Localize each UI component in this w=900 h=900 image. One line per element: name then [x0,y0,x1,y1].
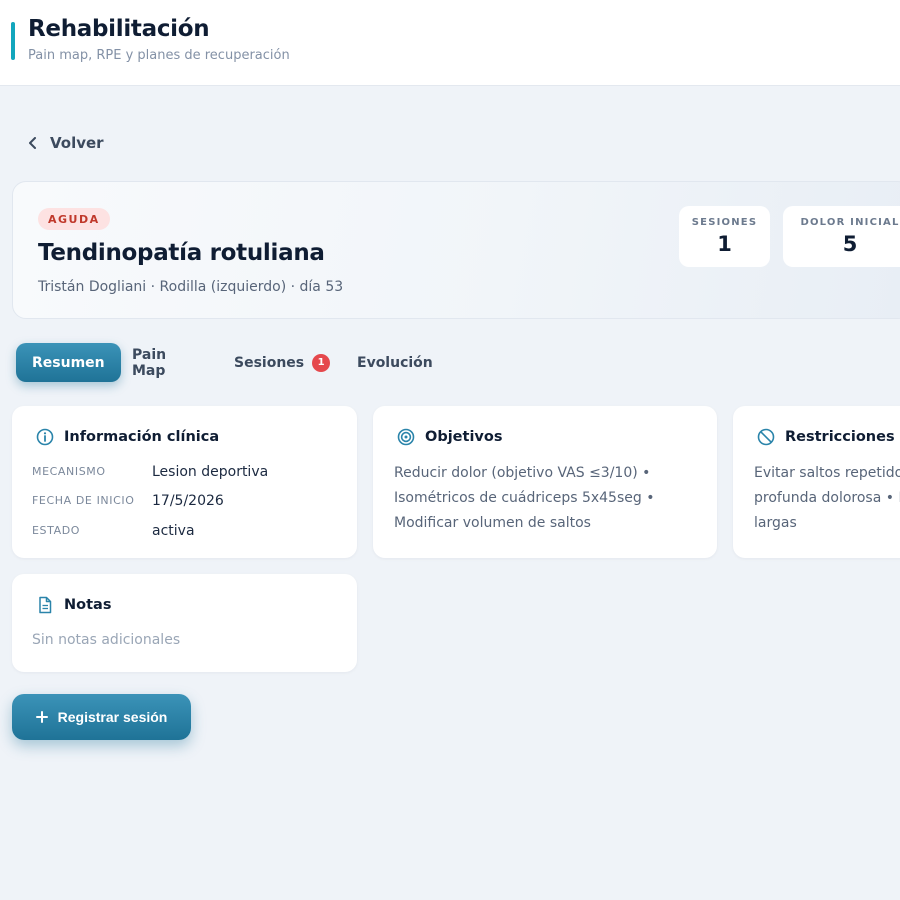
tab-sesiones-label: Sesiones [234,354,305,371]
injury-title: Tendinopatía rotuliana [38,240,325,266]
header-accent-bar [11,22,15,60]
stat-sessions-label: SESIONES [691,217,758,228]
clinical-info-title-text: Información clínica [64,429,220,445]
stat-sessions-value: 1 [717,232,732,256]
info-value-mechanism: Lesion deportiva [152,464,269,480]
objectives-line: Isométricos de cuádriceps 5x45seg • [394,490,655,506]
tab-evolucion-label: Evolución [357,354,433,371]
back-label: Volver [50,134,104,152]
notes-title: Notas [36,596,111,614]
notes-empty-text: Sin notas adicionales [32,632,181,648]
chevron-left-icon [29,137,36,149]
restrictions-line: largas [754,515,797,531]
app-subtitle: Pain map, RPE y planes de recuperación [28,48,290,63]
info-icon [36,428,54,446]
objectives-card: Objetivos Reducir dolor (objetivo VAS ≤3… [373,406,717,558]
tab-resumen-label: Resumen [32,354,105,371]
back-link[interactable]: Volver [28,134,104,152]
restrictions-text: Evitar saltos repetidos profunda doloros… [754,461,900,536]
stat-initial-pain-value: 5 [842,232,858,256]
info-value-start-date: 17/5/2026 [152,493,224,509]
stat-initial-pain: DOLOR INICIAL 5 [783,206,900,267]
tab-pain-map-label: Pain Map [132,346,167,379]
notes-title-text: Notas [64,597,112,613]
objectives-line: Modificar volumen de saltos [394,515,591,531]
restrictions-line: Evitar saltos repetidos [754,465,900,481]
injury-header-card: AGUDA Tendinopatía rotuliana Tristán Dog… [12,181,900,319]
ban-icon [757,428,775,446]
objectives-title-text: Objetivos [425,429,503,445]
tab-pain-map[interactable]: Pain Map [132,343,166,382]
sessions-count-badge: 1 [312,353,331,372]
app-title: Rehabilitación [28,16,210,42]
restrictions-title-text: Restricciones [785,429,895,445]
tab-sesiones[interactable]: Sesiones 1 [234,343,331,382]
severity-badge: AGUDA [38,208,110,230]
clinical-info-card: Información clínica MECANISMO Lesion dep… [12,406,357,558]
injury-meta: Tristán Dogliani · Rodilla (izquierdo) ·… [38,279,344,295]
register-session-label: Registrar sesión [57,709,168,725]
app-header: Rehabilitación Pain map, RPE y planes de… [0,0,900,86]
info-label-status: ESTADO [32,524,81,537]
document-icon [39,596,52,614]
objectives-title: Objetivos [397,428,502,446]
notes-card: Notas Sin notas adicionales [12,574,357,672]
restrictions-title: Restricciones [757,428,895,446]
target-icon [397,428,415,446]
info-label-mechanism: MECANISMO [32,465,106,478]
info-value-status: activa [152,523,195,539]
plus-icon [35,711,48,723]
stat-sessions: SESIONES 1 [679,206,770,267]
objectives-line: Reducir dolor (objetivo VAS ≤3/10) • [394,465,651,481]
tab-evolucion[interactable]: Evolución [357,343,433,382]
restrictions-line: profunda dolorosa • E [754,490,900,506]
restrictions-card: Restricciones Evitar saltos repetidos pr… [733,406,900,558]
register-session-button[interactable]: Registrar sesión [12,694,191,740]
tab-resumen[interactable]: Resumen [16,343,121,382]
objectives-text: Reducir dolor (objetivo VAS ≤3/10) • Iso… [394,461,694,536]
info-label-start-date: FECHA DE INICIO [32,494,135,507]
stat-initial-pain-label: DOLOR INICIAL [800,217,900,228]
clinical-info-title: Información clínica [36,428,219,446]
